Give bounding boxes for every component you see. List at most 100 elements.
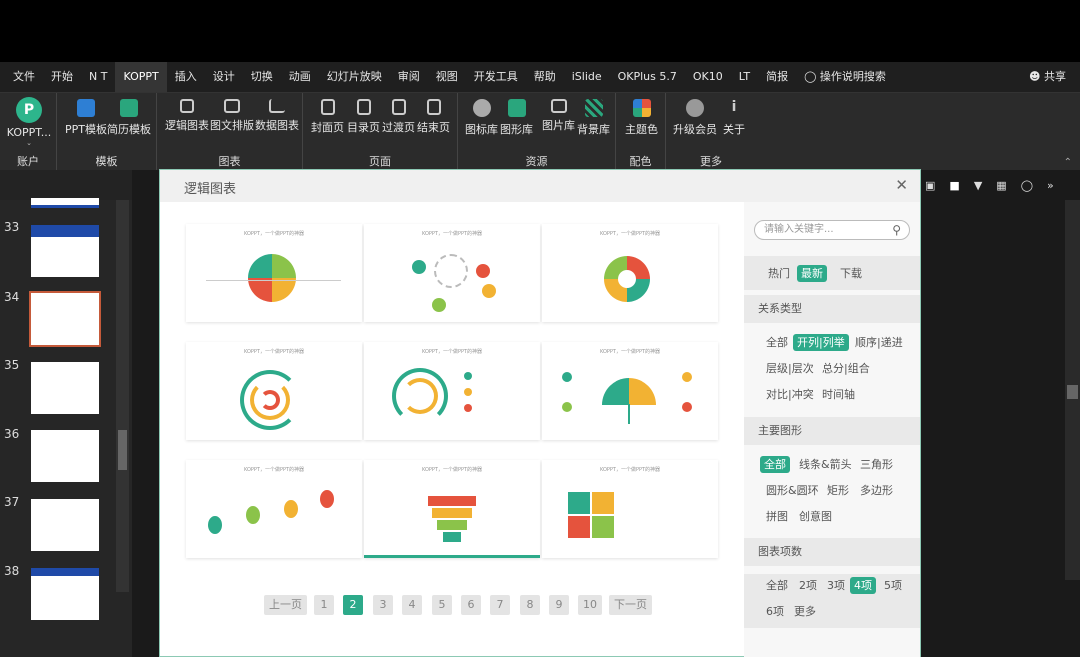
shape-puzzle[interactable]: 拼图	[762, 508, 792, 525]
chart-template-card[interactable]: KOPPT，一个做PPT的神器	[364, 224, 540, 322]
scrollbar-thumb[interactable]	[118, 430, 127, 470]
toc-page-button[interactable]: 目录页	[347, 99, 380, 135]
relation-contrast[interactable]: 对比|冲突	[762, 386, 818, 403]
tab-view[interactable]: 视图	[428, 62, 466, 92]
page-button[interactable]: 9	[549, 595, 569, 615]
chart-template-card[interactable]: KOPPT，一个做PPT的神器	[542, 342, 718, 440]
scrollbar-thumb[interactable]	[1067, 385, 1078, 399]
page-button[interactable]: 8	[520, 595, 540, 615]
count-4[interactable]: 4项	[850, 577, 876, 594]
slide-thumb-33[interactable]	[31, 225, 99, 277]
tab-animations[interactable]: 动画	[281, 62, 319, 92]
icon-library-button[interactable]: 图标库	[465, 99, 498, 137]
about-button[interactable]: i 关于	[723, 99, 745, 137]
chart-template-card-hover[interactable]: KOPPT，一个做PPT的神器	[364, 460, 540, 558]
tab-design[interactable]: 设计	[205, 62, 243, 92]
count-all[interactable]: 全部	[762, 577, 792, 594]
transition-page-button[interactable]: 过渡页	[382, 99, 415, 135]
shape-lines-arrows[interactable]: 线条&箭头	[795, 456, 856, 473]
chart-template-card[interactable]: KOPPT，一个做PPT的神器	[542, 460, 718, 558]
crop-icon[interactable]: ▣	[925, 179, 935, 192]
page-button[interactable]: 4	[402, 595, 422, 615]
more-icon[interactable]: »	[1047, 179, 1054, 192]
slide-thumb-partial[interactable]	[31, 198, 99, 208]
tab-slideshow[interactable]: 幻灯片放映	[319, 62, 390, 92]
page-button[interactable]: 3	[373, 595, 393, 615]
relation-sequence[interactable]: 顺序|递进	[851, 334, 907, 351]
circle-icon[interactable]: ◯	[1021, 179, 1033, 192]
slide-thumb-35[interactable]	[31, 362, 99, 414]
koppt-account-button[interactable]: P KOPPT... ⌄	[4, 97, 54, 147]
cover-page-button[interactable]: 封面页	[311, 99, 344, 135]
count-more[interactable]: 更多	[790, 603, 820, 620]
page-button[interactable]: 5	[432, 595, 452, 615]
sort-hot[interactable]: 热门	[764, 265, 794, 282]
share-button[interactable]: ☻ 共享	[1021, 62, 1080, 92]
upgrade-member-button[interactable]: 升级会员	[673, 99, 717, 137]
close-icon[interactable]: ✕	[895, 176, 908, 194]
tab-nt[interactable]: N T	[81, 62, 115, 92]
layout-button[interactable]: 图文排版	[210, 99, 254, 133]
tell-me-search[interactable]: ◯ 操作说明搜索	[796, 62, 894, 92]
thumbnail-scrollbar[interactable]	[116, 200, 129, 592]
collapse-ribbon-icon[interactable]: ⌃	[1064, 157, 1072, 168]
square-icon[interactable]: ■	[949, 179, 959, 192]
relation-all[interactable]: 全部	[762, 334, 792, 351]
tab-insert[interactable]: 插入	[167, 62, 205, 92]
tab-brief[interactable]: 简报	[758, 62, 796, 92]
page-button[interactable]: 1	[314, 595, 334, 615]
relation-hierarchy[interactable]: 层级|层次	[762, 360, 818, 377]
shape-triangle[interactable]: 三角形	[856, 456, 897, 473]
fill-icon[interactable]: ▼	[974, 179, 982, 192]
page-button[interactable]: 10	[578, 595, 602, 615]
image-icon[interactable]: ▦	[996, 179, 1006, 192]
end-page-button[interactable]: 结束页	[417, 99, 450, 135]
tab-transitions[interactable]: 切换	[243, 62, 281, 92]
shape-polygon[interactable]: 多边形	[856, 482, 897, 499]
shape-circle-ring[interactable]: 圆形&圆环	[762, 482, 823, 499]
tab-koppt[interactable]: KOPPT	[115, 62, 167, 92]
chart-template-card[interactable]: KOPPT，一个做PPT的神器	[186, 460, 362, 558]
image-library-button[interactable]: 图片库	[542, 99, 575, 133]
resume-template-button[interactable]: 简历模板	[107, 99, 151, 137]
logic-chart-button[interactable]: 逻辑图表	[165, 99, 209, 133]
canvas-scrollbar[interactable]	[1065, 200, 1080, 580]
search-icon[interactable]: ⚲	[892, 221, 901, 239]
page-button[interactable]: 6	[461, 595, 481, 615]
slide-thumb-38[interactable]	[31, 568, 99, 620]
sort-newest[interactable]: 最新	[797, 265, 827, 282]
relation-composition[interactable]: 总分|组合	[818, 360, 874, 377]
data-chart-button[interactable]: 数据图表	[255, 99, 299, 133]
page-button[interactable]: 7	[490, 595, 510, 615]
prev-page-button[interactable]: 上一页	[264, 595, 307, 615]
background-library-button[interactable]: 背景库	[577, 99, 610, 137]
count-2[interactable]: 2项	[795, 577, 821, 594]
tab-developer[interactable]: 开发工具	[466, 62, 526, 92]
ppt-template-button[interactable]: PPT模板	[65, 99, 107, 137]
chart-template-card[interactable]: KOPPT，一个做PPT的神器	[364, 342, 540, 440]
chart-template-card[interactable]: KOPPT，一个做PPT的神器	[542, 224, 718, 322]
count-6[interactable]: 6项	[762, 603, 788, 620]
tab-okplus[interactable]: OKPlus 5.7	[610, 62, 685, 92]
tab-lt[interactable]: LT	[731, 62, 758, 92]
tab-help[interactable]: 帮助	[526, 62, 564, 92]
slide-thumb-36[interactable]	[31, 430, 99, 482]
tab-file[interactable]: 文件	[5, 62, 43, 92]
shape-creative[interactable]: 创意图	[795, 508, 836, 525]
page-button-current[interactable]: 2	[343, 595, 363, 615]
slide-thumb-37[interactable]	[31, 499, 99, 551]
tab-ok10[interactable]: OK10	[685, 62, 731, 92]
theme-color-button[interactable]: 主题色	[625, 99, 658, 137]
relation-timeline[interactable]: 时间轴	[818, 386, 859, 403]
tab-home[interactable]: 开始	[43, 62, 81, 92]
count-5[interactable]: 5项	[880, 577, 906, 594]
chart-template-card[interactable]: KOPPT，一个做PPT的神器	[186, 224, 362, 322]
sort-download[interactable]: 下载	[836, 265, 866, 282]
next-page-button[interactable]: 下一页	[609, 595, 652, 615]
shape-all[interactable]: 全部	[760, 456, 790, 473]
count-3[interactable]: 3项	[823, 577, 849, 594]
tab-islide[interactable]: iSlide	[564, 62, 610, 92]
shape-library-button[interactable]: 图形库	[500, 99, 533, 137]
slide-thumb-34-selected[interactable]	[29, 291, 101, 347]
shape-rectangle[interactable]: 矩形	[823, 482, 853, 499]
